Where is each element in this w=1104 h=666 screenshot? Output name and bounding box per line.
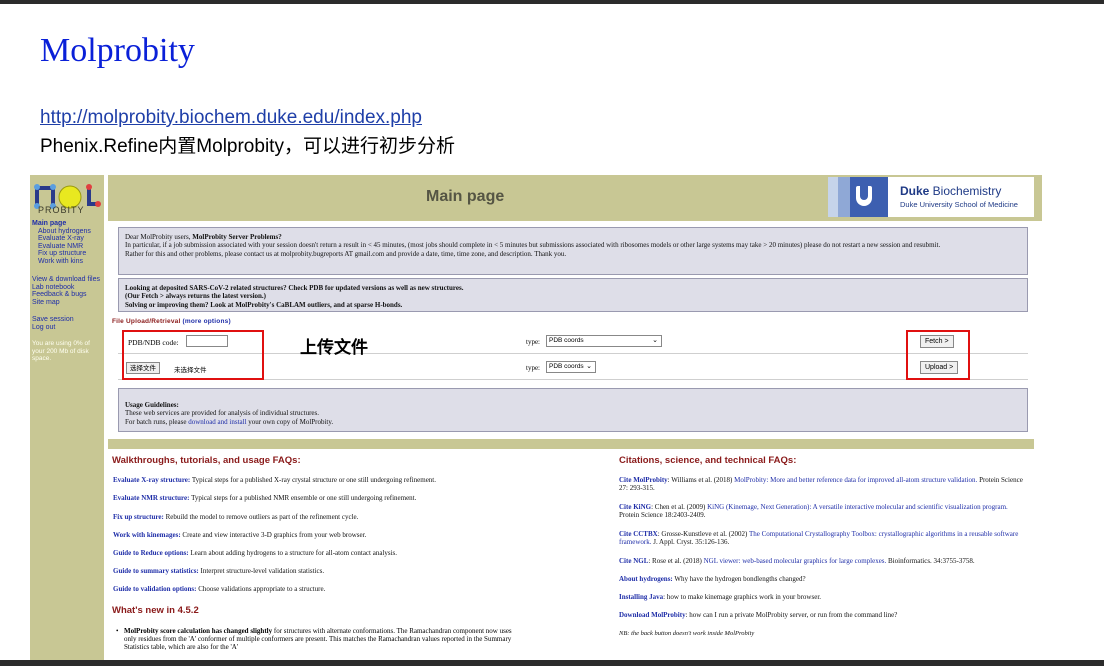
notice-line-2: In particular, if a job submission assoc… (125, 241, 941, 250)
usage-line-2: For batch runs, please download and inst… (125, 417, 334, 426)
sidebar-item-site-map[interactable]: Site map (32, 299, 100, 307)
faq-item[interactable]: Work with kinemages: Create and view int… (113, 531, 533, 539)
sidebar-item-log-out[interactable]: Log out (32, 324, 74, 332)
slide-bottom-border (0, 660, 1104, 666)
sidebar-item-evaluate-xray[interactable]: Evaluate X-ray (32, 235, 91, 243)
duke-shield-icon (856, 186, 872, 206)
faq-item[interactable]: Guide to Reduce options: Learn about add… (113, 549, 533, 557)
faq-item[interactable]: Evaluate X-ray structure: Typical steps … (113, 476, 533, 484)
duke-school: Duke University School of Medicine (900, 200, 1018, 209)
sidebar-nav-group-2: View & download files Lab notebook Feedb… (32, 276, 100, 306)
tech-faq-item[interactable]: Download MolProbity: how can I run a pri… (619, 611, 1029, 619)
page-title: Main page (426, 188, 505, 205)
page-header: Main page Duke Biochemistry Duke Univers… (108, 175, 1042, 221)
covid-notice: Looking at deposited SARS-CoV-2 related … (118, 278, 1028, 312)
sidebar-item-fix-up[interactable]: Fix up structure (32, 250, 91, 258)
upload-type-label: type: (526, 364, 540, 372)
slide-title: Molprobity (40, 32, 195, 69)
annotation-box-buttons (906, 330, 970, 380)
sidebar-item-evaluate-nmr[interactable]: Evaluate NMR (32, 243, 91, 251)
slide-subtitle: Phenix.Refine内置Molprobity，可以进行初步分析 (40, 136, 455, 157)
duke-name: Duke Biochemistry (900, 184, 1002, 198)
server-problems-notice: Dear MolProbity users, MolProbity Server… (118, 227, 1028, 275)
logo-text: PROBITY (38, 205, 85, 215)
walkthroughs-title: Walkthroughs, tutorials, and usage FAQs: (112, 455, 301, 466)
faq-item[interactable]: Evaluate NMR structure: Typical steps fo… (113, 494, 533, 502)
upload-section-title: File Upload/Retrieval (more options) (112, 318, 231, 325)
sidebar-nav-group-3: Save session Log out (32, 316, 74, 331)
sidebar-item-main-page[interactable]: Main page (32, 220, 91, 228)
section-divider (108, 439, 1034, 449)
annotation-label: 上传文件 (300, 338, 368, 358)
covid-line-1: Looking at deposited SARS-CoV-2 related … (125, 284, 464, 292)
sidebar-nav-group-1: Main page About hydrogens Evaluate X-ray… (32, 220, 91, 266)
fetch-type-select[interactable]: PDB coords ⌄ (546, 335, 662, 347)
citation-item[interactable]: Cite CCTBX: Grosse-Kunstleve et al. (200… (619, 530, 1029, 546)
disk-usage-note: You are using 0% of your 200 Mb of disk … (32, 340, 90, 362)
more-options-link[interactable]: (more options) (183, 318, 231, 325)
notice-line-1: Dear MolProbity users, MolProbity Server… (125, 233, 282, 241)
citations-title: Citations, science, and technical FAQs: (619, 455, 797, 466)
sidebar-item-work-with-kins[interactable]: Work with kins (32, 258, 91, 266)
whats-new-title: What's new in 4.5.2 (112, 605, 199, 616)
chevron-down-icon: ⌄ (586, 363, 592, 370)
sidebar-item-about-hydrogens[interactable]: About hydrogens (32, 228, 91, 236)
tech-faq-item[interactable]: Installing Java: how to make kinemage gr… (619, 593, 1029, 601)
fetch-type-label: type: (526, 338, 540, 346)
faq-item[interactable]: Guide to validation options: Choose vali… (113, 585, 533, 593)
usage-line-1: These web services are provided for anal… (125, 409, 319, 418)
sidebar-item-lab-notebook[interactable]: Lab notebook (32, 284, 100, 292)
sidebar: PROBITY Main page About hydrogens Evalua… (30, 175, 104, 660)
faq-section: Walkthroughs, tutorials, and usage FAQs:… (108, 449, 1042, 660)
molprobity-screenshot: PROBITY Main page About hydrogens Evalua… (30, 175, 1042, 660)
upload-type-select[interactable]: PDB coords ⌄ (546, 361, 596, 373)
back-button-note: NB: the back button doesn't work inside … (619, 630, 755, 637)
covid-line-2: (Our Fetch > always returns the latest v… (125, 292, 266, 301)
sidebar-item-save-session[interactable]: Save session (32, 316, 74, 324)
sidebar-item-feedback[interactable]: Feedback & bugs (32, 291, 100, 299)
annotation-box-upload (122, 330, 264, 380)
tech-faq-item[interactable]: About hydrogens: Why have the hydrogen b… (619, 575, 1029, 583)
citation-item[interactable]: Cite NGL: Rose et al. (2018) NGL viewer:… (619, 557, 1029, 565)
faq-item[interactable]: Guide to summary statistics: Interpret s… (113, 567, 533, 575)
usage-title: Usage Guidelines: (125, 401, 179, 409)
covid-line-3: Solving or improving them? Look at MolPr… (125, 300, 403, 309)
usage-guidelines: Usage Guidelines: These web services are… (118, 388, 1028, 432)
sidebar-item-view-download[interactable]: View & download files (32, 276, 100, 284)
chevron-down-icon: ⌄ (652, 337, 658, 344)
slide-top-border (0, 0, 1104, 4)
citation-item[interactable]: Cite KiNG: Chen et al. (2009) KiNG (Kine… (619, 503, 1029, 519)
download-install-link[interactable]: download and install (188, 418, 246, 426)
notice-line-3: Rather for this and other problems, plea… (125, 249, 567, 258)
duke-banner[interactable]: Duke Biochemistry Duke University School… (828, 177, 1034, 217)
faq-item[interactable]: Fix up structure: Rebuild the model to r… (113, 513, 533, 521)
citation-item[interactable]: Cite MolProbity: Williams et al. (2018) … (619, 476, 1029, 492)
slide-url-link[interactable]: http://molprobity.biochem.duke.edu/index… (40, 107, 422, 129)
